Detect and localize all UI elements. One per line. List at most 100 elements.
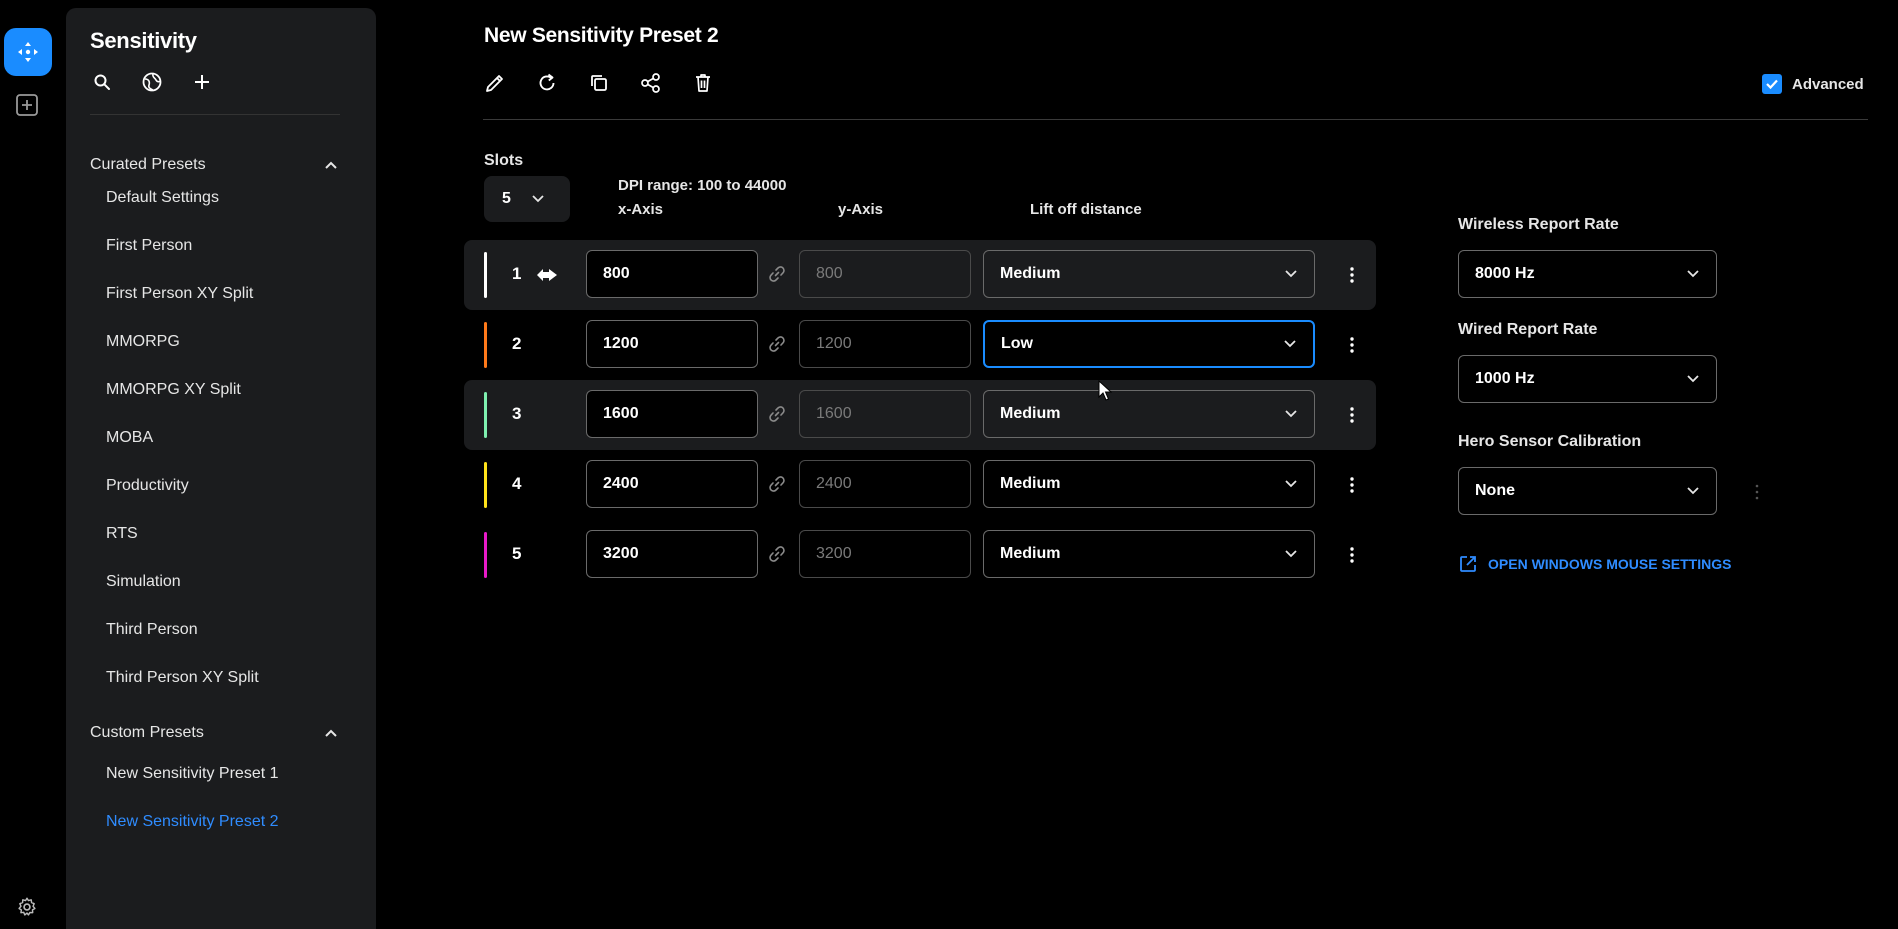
chevron-down-icon <box>1687 270 1699 278</box>
row-more-button[interactable] <box>1344 334 1360 356</box>
sidebar-title: Sensitivity <box>90 28 197 53</box>
dpi-slot-row[interactable]: 1 800 800 Medium <box>464 240 1376 310</box>
slots-label: Slots <box>484 152 524 169</box>
preset-default-settings[interactable]: Default Settings <box>106 189 219 207</box>
trash-icon <box>696 74 710 92</box>
left-rail <box>0 0 58 929</box>
preset-first-person[interactable]: First Person <box>106 237 192 255</box>
custom-presets-header[interactable]: Custom Presets <box>90 724 340 742</box>
dpi-slot-row[interactable]: 2 1200 1200 Low <box>464 310 1376 380</box>
wired-report-rate-value: 1000 Hz <box>1475 370 1535 387</box>
sensitivity-nav-button[interactable] <box>4 28 52 76</box>
link-axes-button[interactable] <box>766 263 788 285</box>
reset-button[interactable] <box>534 70 560 96</box>
presets-sidebar: Sensitivity Curated Presets Default Sett… <box>66 8 376 929</box>
add-nav-button[interactable] <box>14 92 40 118</box>
preset-first-person-xy-split[interactable]: First Person XY Split <box>106 285 253 303</box>
more-vertical-icon <box>1350 407 1354 423</box>
chevron-up-icon <box>322 724 340 742</box>
wireless-report-rate-dropdown[interactable]: 8000 Hz <box>1458 250 1717 298</box>
page-title: New Sensitivity Preset 2 <box>484 24 719 47</box>
y-axis-dpi-input[interactable]: 1200 <box>799 320 971 368</box>
share-icon <box>641 73 660 93</box>
x-axis-dpi-input[interactable]: 800 <box>586 250 758 298</box>
preset-productivity[interactable]: Productivity <box>106 477 189 495</box>
x-axis-dpi-input[interactable]: 3200 <box>586 530 758 578</box>
slot-number: 1 <box>512 264 522 283</box>
dpi-slot-row[interactable]: 4 2400 2400 Medium <box>464 450 1376 520</box>
preset-third-person[interactable]: Third Person <box>106 621 198 639</box>
rename-button[interactable] <box>482 70 508 96</box>
row-more-button[interactable] <box>1344 264 1360 286</box>
row-more-button[interactable] <box>1344 474 1360 496</box>
advanced-toggle[interactable]: Advanced <box>1762 74 1864 94</box>
lift-off-dropdown[interactable]: Medium <box>983 460 1315 508</box>
curated-presets-header[interactable]: Curated Presets <box>90 156 340 174</box>
preset-custom-2[interactable]: New Sensitivity Preset 2 <box>106 813 279 831</box>
dpi-range-label: DPI range: 100 to 44000 <box>618 177 787 194</box>
more-vertical-icon <box>1350 267 1354 283</box>
row-more-button[interactable] <box>1344 544 1360 566</box>
slots-dropdown[interactable]: 5 <box>484 176 570 222</box>
preset-third-person-xy-split[interactable]: Third Person XY Split <box>106 669 259 687</box>
link-axes-button[interactable] <box>766 473 788 495</box>
advanced-label: Advanced <box>1792 75 1864 93</box>
custom-presets-label: Custom Presets <box>90 724 204 741</box>
hero-sensor-calibration-value: None <box>1475 482 1515 499</box>
y-axis-dpi-input[interactable]: 2400 <box>799 460 971 508</box>
community-presets-button[interactable] <box>140 70 164 94</box>
wired-report-rate-dropdown[interactable]: 1000 Hz <box>1458 355 1717 403</box>
preset-rts[interactable]: RTS <box>106 525 138 543</box>
dpi-slot-row[interactable]: 5 3200 3200 Medium <box>464 520 1376 590</box>
link-axes-button[interactable] <box>766 403 788 425</box>
slot-color-bar <box>484 322 487 368</box>
plus-icon <box>195 75 209 89</box>
open-windows-mouse-settings-link[interactable]: OPEN WINDOWS MOUSE SETTINGS <box>1458 554 1731 574</box>
lift-off-dropdown[interactable]: Low <box>983 320 1315 368</box>
hero-calibration-more-button[interactable] <box>1750 480 1764 504</box>
y-axis-dpi-input[interactable]: 800 <box>799 250 971 298</box>
slot-color-bar <box>484 252 487 298</box>
search-button[interactable] <box>90 70 114 94</box>
row-more-button[interactable] <box>1344 404 1360 426</box>
slot-number: 4 <box>512 474 522 493</box>
lift-off-dropdown[interactable]: Medium <box>983 530 1315 578</box>
gear-icon <box>18 897 36 916</box>
slot-color-bar <box>484 392 487 438</box>
advanced-checkbox[interactable] <box>1762 74 1782 94</box>
lift-off-dropdown[interactable]: Medium <box>983 390 1315 438</box>
settings-button[interactable] <box>14 894 40 920</box>
y-axis-dpi-input[interactable]: 3200 <box>799 530 971 578</box>
pencil-icon <box>486 75 503 92</box>
globe-icon <box>142 72 162 92</box>
lift-off-dropdown[interactable]: Medium <box>983 250 1315 298</box>
hero-sensor-calibration-dropdown[interactable]: None <box>1458 467 1717 515</box>
link-icon <box>769 266 785 282</box>
share-button[interactable] <box>638 70 664 96</box>
delete-button[interactable] <box>690 70 716 96</box>
duplicate-button[interactable] <box>586 70 612 96</box>
chevron-down-icon <box>1687 375 1699 383</box>
x-axis-dpi-input[interactable]: 1200 <box>586 320 758 368</box>
link-axes-button[interactable] <box>766 543 788 565</box>
more-vertical-icon <box>1350 337 1354 353</box>
preset-moba[interactable]: MOBA <box>106 429 153 447</box>
link-icon <box>769 406 785 422</box>
x-axis-dpi-input[interactable]: 1600 <box>586 390 758 438</box>
chevron-down-icon <box>532 195 544 203</box>
link-icon <box>769 336 785 352</box>
preset-mmorpg-xy-split[interactable]: MMORPG XY Split <box>106 381 241 399</box>
lift-off-header: Lift off distance <box>1030 201 1142 218</box>
preset-mmorpg[interactable]: MMORPG <box>106 333 180 351</box>
x-axis-dpi-input[interactable]: 2400 <box>586 460 758 508</box>
y-axis-dpi-input[interactable]: 1600 <box>799 390 971 438</box>
add-preset-button[interactable] <box>190 70 214 94</box>
preset-custom-1[interactable]: New Sensitivity Preset 1 <box>106 765 279 783</box>
chevron-up-icon <box>322 156 340 174</box>
link-axes-button[interactable] <box>766 333 788 355</box>
sidebar-divider <box>90 114 340 115</box>
dpi-slot-row[interactable]: 3 1600 1600 Medium <box>464 380 1376 450</box>
preset-toolbar <box>482 70 716 96</box>
lift-off-value: Medium <box>1000 545 1061 562</box>
preset-simulation[interactable]: Simulation <box>106 573 181 591</box>
